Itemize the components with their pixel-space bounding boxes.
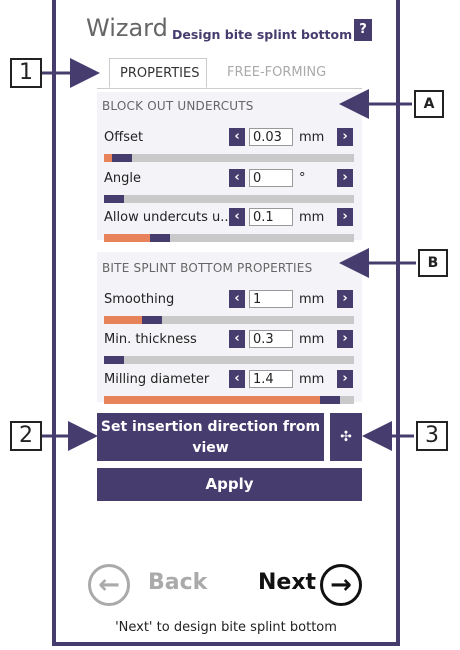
set-insertion-direction-line1: Set insertion direction from xyxy=(100,419,321,435)
offset-control: Offset ‹ 0.03 mm › xyxy=(103,128,358,168)
offset-unit: mm xyxy=(299,130,325,145)
smoothing-control: Smoothing ‹ 1 mm › xyxy=(103,290,358,330)
offset-increase-button[interactable]: › xyxy=(337,128,353,146)
footer-hint: 'Next' to design bite splint bottom xyxy=(115,620,337,635)
smoothing-increase-button[interactable]: › xyxy=(337,290,353,308)
smoothing-slider[interactable] xyxy=(104,316,354,324)
tab-free-forming[interactable]: FREE-FORMING xyxy=(217,58,336,88)
allow-undercuts-control: Allow undercuts u... ‹ 0.1 mm › xyxy=(103,208,358,248)
milling-diameter-label: Milling diameter xyxy=(104,372,210,387)
milling-diameter-slider[interactable] xyxy=(104,396,354,404)
angle-unit: ° xyxy=(299,171,306,186)
next-button[interactable]: Next → xyxy=(256,560,376,610)
set-insertion-direction-line2: view xyxy=(192,440,229,456)
allow-undercuts-decrease-button[interactable]: ‹ xyxy=(229,208,245,226)
min-thickness-slider[interactable] xyxy=(104,356,354,364)
set-insertion-direction-button[interactable]: Set insertion direction from view xyxy=(97,413,324,461)
allow-undercuts-increase-button[interactable]: › xyxy=(337,208,353,226)
crosshair-icon: ✣ xyxy=(340,429,352,445)
min-thickness-input[interactable]: 0.3 xyxy=(249,330,293,348)
allow-undercuts-slider-handle[interactable] xyxy=(150,234,170,242)
angle-label: Angle xyxy=(104,171,141,186)
smoothing-label: Smoothing xyxy=(104,292,175,307)
min-thickness-slider-handle[interactable] xyxy=(104,356,124,364)
milling-diameter-slider-handle[interactable] xyxy=(320,396,340,404)
allow-undercuts-slider-fill xyxy=(104,234,154,242)
allow-undercuts-slider[interactable] xyxy=(104,234,354,242)
angle-control: Angle ‹ 0 ° › xyxy=(103,169,358,209)
min-thickness-unit: mm xyxy=(299,332,325,347)
offset-input[interactable]: 0.03 xyxy=(249,128,293,146)
callout-1: 1 xyxy=(10,58,42,88)
allow-undercuts-label: Allow undercuts u... xyxy=(104,210,233,225)
milling-diameter-slider-fill xyxy=(104,396,324,404)
offset-decrease-button[interactable]: ‹ xyxy=(229,128,245,146)
milling-diameter-control: Milling diameter ‹ 1.4 mm › xyxy=(103,370,358,410)
next-label: Next xyxy=(258,570,317,595)
angle-input[interactable]: 0 xyxy=(249,169,293,187)
tab-properties[interactable]: PROPERTIES xyxy=(109,58,207,88)
angle-slider[interactable] xyxy=(104,195,354,203)
back-label: Back xyxy=(148,570,208,595)
section-heading-block-out: BLOCK OUT UNDERCUTS xyxy=(102,99,254,113)
milling-diameter-input[interactable]: 1.4 xyxy=(249,370,293,388)
smoothing-slider-fill xyxy=(104,316,146,324)
wizard-title: Wizard xyxy=(86,14,168,42)
offset-slider[interactable] xyxy=(104,154,354,162)
back-button[interactable]: ← Back xyxy=(88,560,218,610)
min-thickness-increase-button[interactable]: › xyxy=(337,330,353,348)
tab-bar: PROPERTIES FREE-FORMING xyxy=(97,58,362,89)
min-thickness-label: Min. thickness xyxy=(104,332,197,347)
wizard-subtitle: Design bite splint bottom xyxy=(172,27,353,42)
angle-decrease-button[interactable]: ‹ xyxy=(229,169,245,187)
next-arrow-icon: → xyxy=(320,564,362,606)
min-thickness-decrease-button[interactable]: ‹ xyxy=(229,330,245,348)
help-button[interactable]: ? xyxy=(354,19,372,41)
section-heading-bite-splint: BITE SPLINT BOTTOM PROPERTIES xyxy=(102,261,313,275)
back-arrow-icon: ← xyxy=(88,564,130,606)
angle-slider-handle[interactable] xyxy=(104,195,124,203)
crosshair-button[interactable]: ✣ xyxy=(330,413,362,461)
allow-undercuts-unit: mm xyxy=(299,210,325,225)
callout-2: 2 xyxy=(10,421,42,451)
smoothing-slider-handle[interactable] xyxy=(142,316,162,324)
apply-button[interactable]: Apply xyxy=(97,468,362,501)
callout-a: A xyxy=(414,90,444,118)
min-thickness-control: Min. thickness ‹ 0.3 mm › xyxy=(103,330,358,370)
smoothing-input[interactable]: 1 xyxy=(249,290,293,308)
offset-slider-handle[interactable] xyxy=(112,154,132,162)
callout-3: 3 xyxy=(416,421,448,451)
milling-diameter-increase-button[interactable]: › xyxy=(337,370,353,388)
offset-label: Offset xyxy=(104,130,144,145)
smoothing-decrease-button[interactable]: ‹ xyxy=(229,290,245,308)
callout-b: B xyxy=(418,249,448,277)
milling-diameter-decrease-button[interactable]: ‹ xyxy=(229,370,245,388)
angle-increase-button[interactable]: › xyxy=(337,169,353,187)
allow-undercuts-input[interactable]: 0.1 xyxy=(249,208,293,226)
milling-diameter-unit: mm xyxy=(299,372,325,387)
smoothing-unit: mm xyxy=(299,292,325,307)
